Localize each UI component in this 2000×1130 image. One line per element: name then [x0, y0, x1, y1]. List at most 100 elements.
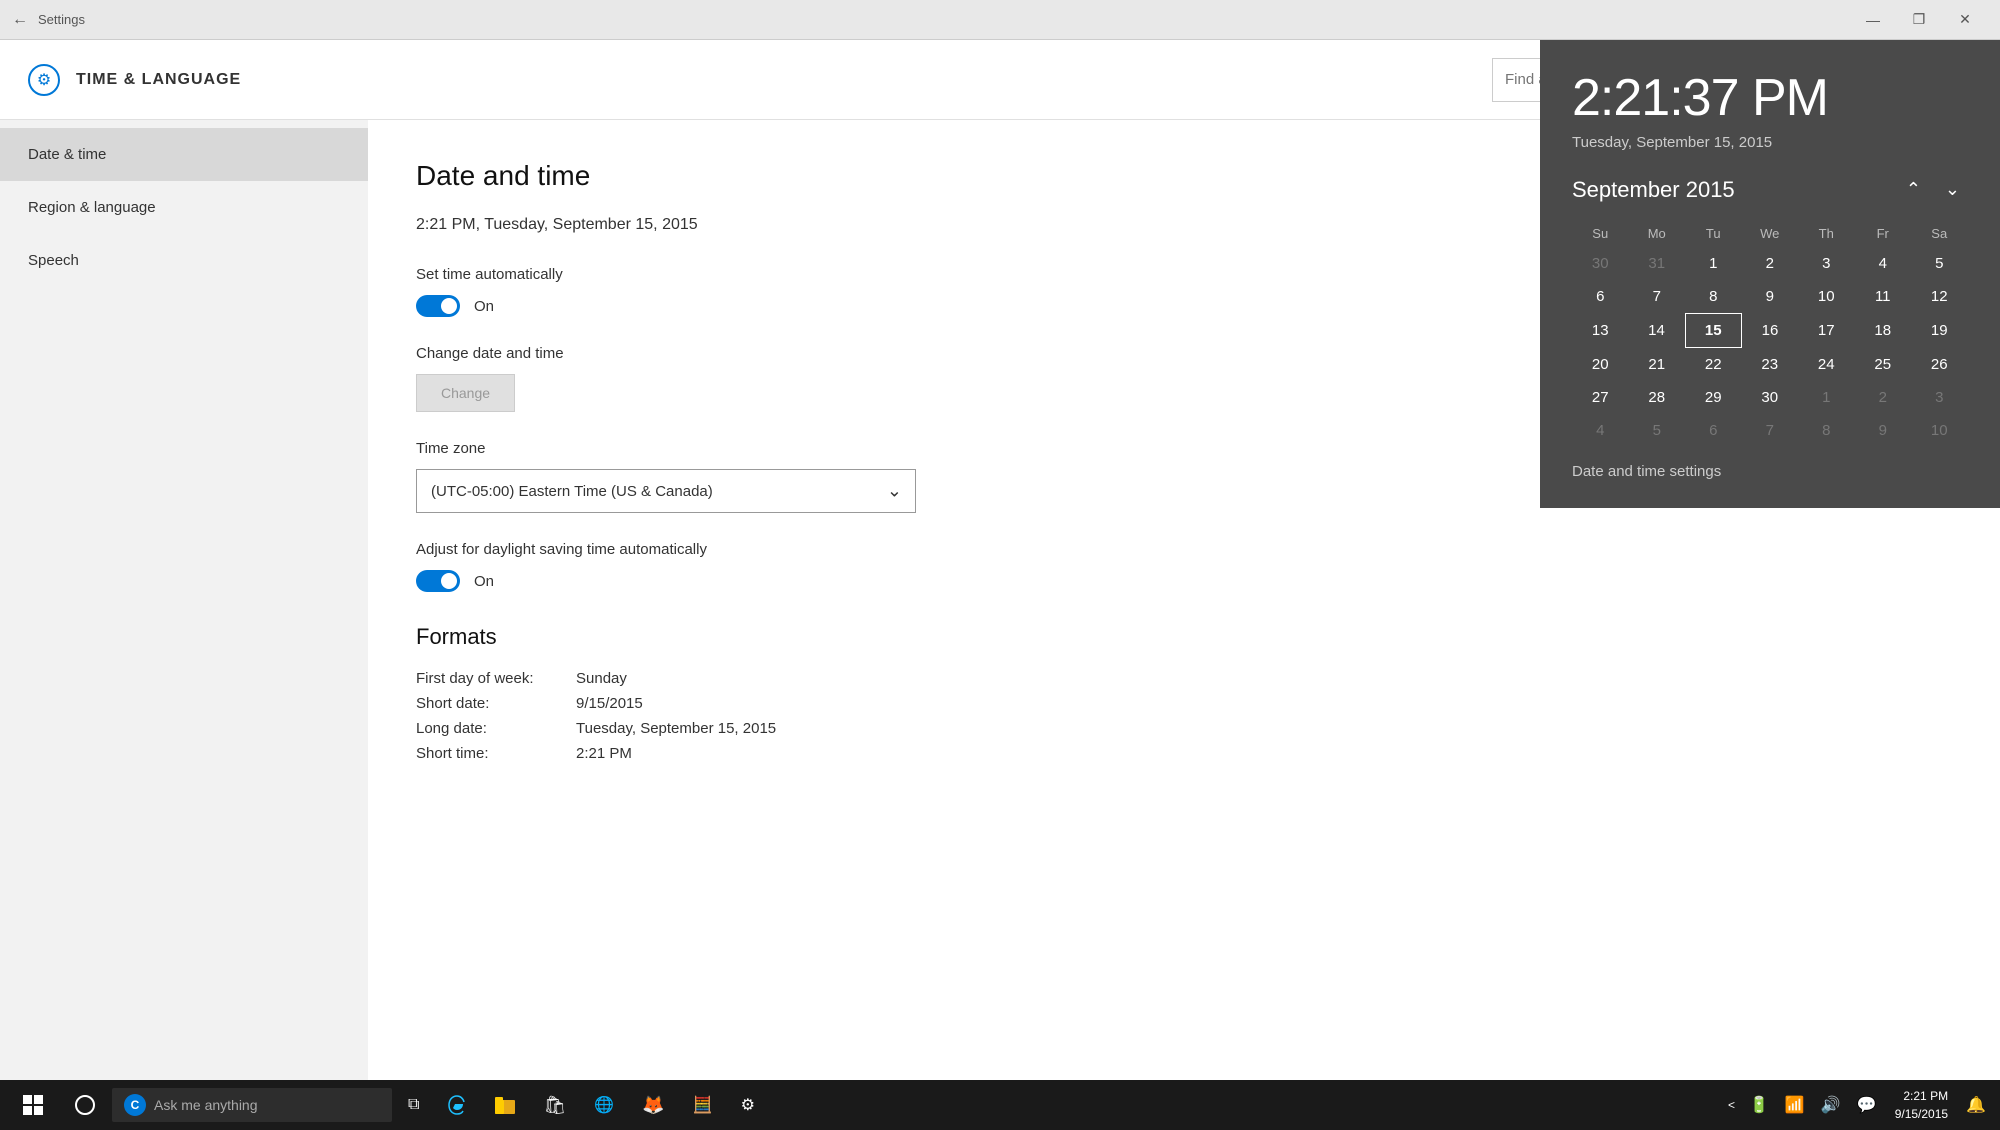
firefox-button[interactable]: 🦊: [630, 1080, 676, 1130]
titlebar: ← Settings — ❐ ✕: [0, 0, 2000, 40]
calendar-day[interactable]: 10: [1911, 414, 1968, 447]
calendar-day[interactable]: 22: [1685, 348, 1742, 382]
calendar-day[interactable]: 7: [1629, 280, 1686, 314]
calendar-day-header: We: [1742, 220, 1799, 247]
calendar-day[interactable]: 3: [1911, 381, 1968, 414]
calendar-prev-button[interactable]: ⌃: [1898, 175, 1929, 204]
format-value: 2:21 PM: [576, 745, 632, 762]
clock-time: 2:21:37 PM: [1572, 68, 1968, 128]
formats-title: Formats: [416, 624, 1952, 650]
unknown-button[interactable]: 🌐: [582, 1080, 626, 1130]
calendar-day[interactable]: 25: [1855, 348, 1912, 382]
set-time-auto-toggle-label: On: [474, 298, 494, 315]
calendar-grid: SuMoTuWeThFrSa 3031123456789101112131415…: [1572, 220, 1968, 447]
format-row: First day of week:Sunday: [416, 670, 1952, 687]
calendar-day[interactable]: 24: [1798, 348, 1855, 382]
calendar-day[interactable]: 17: [1798, 314, 1855, 348]
maximize-button[interactable]: ❐: [1896, 0, 1942, 40]
format-value: Sunday: [576, 670, 627, 687]
calendar-day[interactable]: 20: [1572, 348, 1629, 382]
calendar-footer-link[interactable]: Date and time settings: [1572, 463, 1968, 480]
calendar-day[interactable]: 15: [1685, 314, 1742, 348]
calendar-day[interactable]: 21: [1629, 348, 1686, 382]
volume-icon[interactable]: 🔊: [1815, 1095, 1847, 1115]
change-button[interactable]: Change: [416, 374, 515, 412]
taskbar-time: 2:21 PM: [1895, 1087, 1948, 1105]
daylight-toggle[interactable]: [416, 570, 460, 592]
sidebar-item-region-language[interactable]: Region & language: [0, 181, 368, 234]
format-row: Short date:9/15/2015: [416, 695, 1952, 712]
calendar-day[interactable]: 1: [1798, 381, 1855, 414]
timezone-select[interactable]: (UTC-05:00) Eastern Time (US & Canada): [416, 469, 916, 513]
calendar-day[interactable]: 9: [1742, 280, 1799, 314]
calendar-day[interactable]: 1: [1685, 247, 1742, 280]
settings-taskbar-button[interactable]: ⚙: [729, 1080, 767, 1130]
explorer-button[interactable]: [483, 1080, 527, 1130]
wifi-icon: 📶: [1779, 1095, 1811, 1115]
calendar-day-header: Fr: [1855, 220, 1912, 247]
calendar-day[interactable]: 23: [1742, 348, 1799, 382]
notifications-icon[interactable]: 🔔: [1960, 1095, 1992, 1115]
titlebar-left: ← Settings: [12, 11, 85, 29]
calendar-day[interactable]: 5: [1911, 247, 1968, 280]
taskbar-search-box[interactable]: C Ask me anything: [112, 1088, 392, 1122]
calendar-day[interactable]: 4: [1855, 247, 1912, 280]
app-header-left: ⚙ TIME & LANGUAGE: [28, 64, 241, 96]
calendar-day[interactable]: 8: [1685, 280, 1742, 314]
sidebar-item-date-time[interactable]: Date & time: [0, 128, 368, 181]
calendar-day[interactable]: 28: [1629, 381, 1686, 414]
close-button[interactable]: ✕: [1942, 0, 1988, 40]
cortana-icon: C: [124, 1094, 146, 1116]
sidebar-item-speech[interactable]: Speech: [0, 234, 368, 287]
task-view-button[interactable]: ⧉: [396, 1080, 431, 1130]
calendar-day[interactable]: 12: [1911, 280, 1968, 314]
calendar-day[interactable]: 16: [1742, 314, 1799, 348]
message-icon[interactable]: 💬: [1851, 1095, 1883, 1115]
calendar-day[interactable]: 30: [1742, 381, 1799, 414]
store-button[interactable]: 🛍: [531, 1080, 578, 1130]
app-title: TIME & LANGUAGE: [76, 71, 241, 89]
calculator-button[interactable]: 🧮: [681, 1080, 725, 1130]
start-button[interactable]: [8, 1080, 58, 1130]
calendar-day[interactable]: 29: [1685, 381, 1742, 414]
calendar-day[interactable]: 6: [1572, 280, 1629, 314]
calendar-nav: ⌃ ⌄: [1898, 175, 1968, 204]
calendar-day[interactable]: 2: [1742, 247, 1799, 280]
calendar-day[interactable]: 30: [1572, 247, 1629, 280]
calendar-day[interactable]: 31: [1629, 247, 1686, 280]
calendar-day[interactable]: 3: [1798, 247, 1855, 280]
daylight-toggle-row: On: [416, 570, 1952, 592]
calendar-next-button[interactable]: ⌄: [1937, 175, 1968, 204]
timezone-select-wrapper: (UTC-05:00) Eastern Time (US & Canada): [416, 469, 916, 513]
calendar-day[interactable]: 5: [1629, 414, 1686, 447]
calendar-day[interactable]: 2: [1855, 381, 1912, 414]
cortana-button[interactable]: [62, 1080, 108, 1130]
calendar-day[interactable]: 4: [1572, 414, 1629, 447]
calendar-day[interactable]: 19: [1911, 314, 1968, 348]
formats-list: First day of week:Sunday Short date:9/15/…: [416, 670, 1952, 762]
settings-gear-icon: ⚙: [28, 64, 60, 96]
notification-chevron-icon[interactable]: ˂: [1724, 1098, 1739, 1112]
taskbar-date: 9/15/2015: [1895, 1105, 1948, 1123]
calendar-day[interactable]: 13: [1572, 314, 1629, 348]
format-row: Short time:2:21 PM: [416, 745, 1952, 762]
daylight-saving-label: Adjust for daylight saving time automati…: [416, 541, 1952, 558]
taskbar-search-label: Ask me anything: [154, 1097, 258, 1113]
minimize-button[interactable]: —: [1850, 0, 1896, 40]
calendar-day[interactable]: 26: [1911, 348, 1968, 382]
edge-button[interactable]: [435, 1080, 479, 1130]
calendar-day[interactable]: 27: [1572, 381, 1629, 414]
set-time-auto-toggle[interactable]: [416, 295, 460, 317]
calendar-day[interactable]: 10: [1798, 280, 1855, 314]
back-icon[interactable]: ←: [12, 11, 28, 29]
taskbar: C Ask me anything ⧉ 🛍 🌐 🦊 🧮 ⚙ ˂ 🔋 📶 🔊 💬 …: [0, 1080, 2000, 1130]
calendar-day[interactable]: 11: [1855, 280, 1912, 314]
taskbar-clock[interactable]: 2:21 PM 9/15/2015: [1887, 1087, 1956, 1123]
sidebar: Date & time Region & language Speech: [0, 120, 368, 1080]
calendar-day[interactable]: 9: [1855, 414, 1912, 447]
calendar-day[interactable]: 8: [1798, 414, 1855, 447]
calendar-day[interactable]: 18: [1855, 314, 1912, 348]
calendar-day[interactable]: 14: [1629, 314, 1686, 348]
calendar-day[interactable]: 7: [1742, 414, 1799, 447]
calendar-day[interactable]: 6: [1685, 414, 1742, 447]
